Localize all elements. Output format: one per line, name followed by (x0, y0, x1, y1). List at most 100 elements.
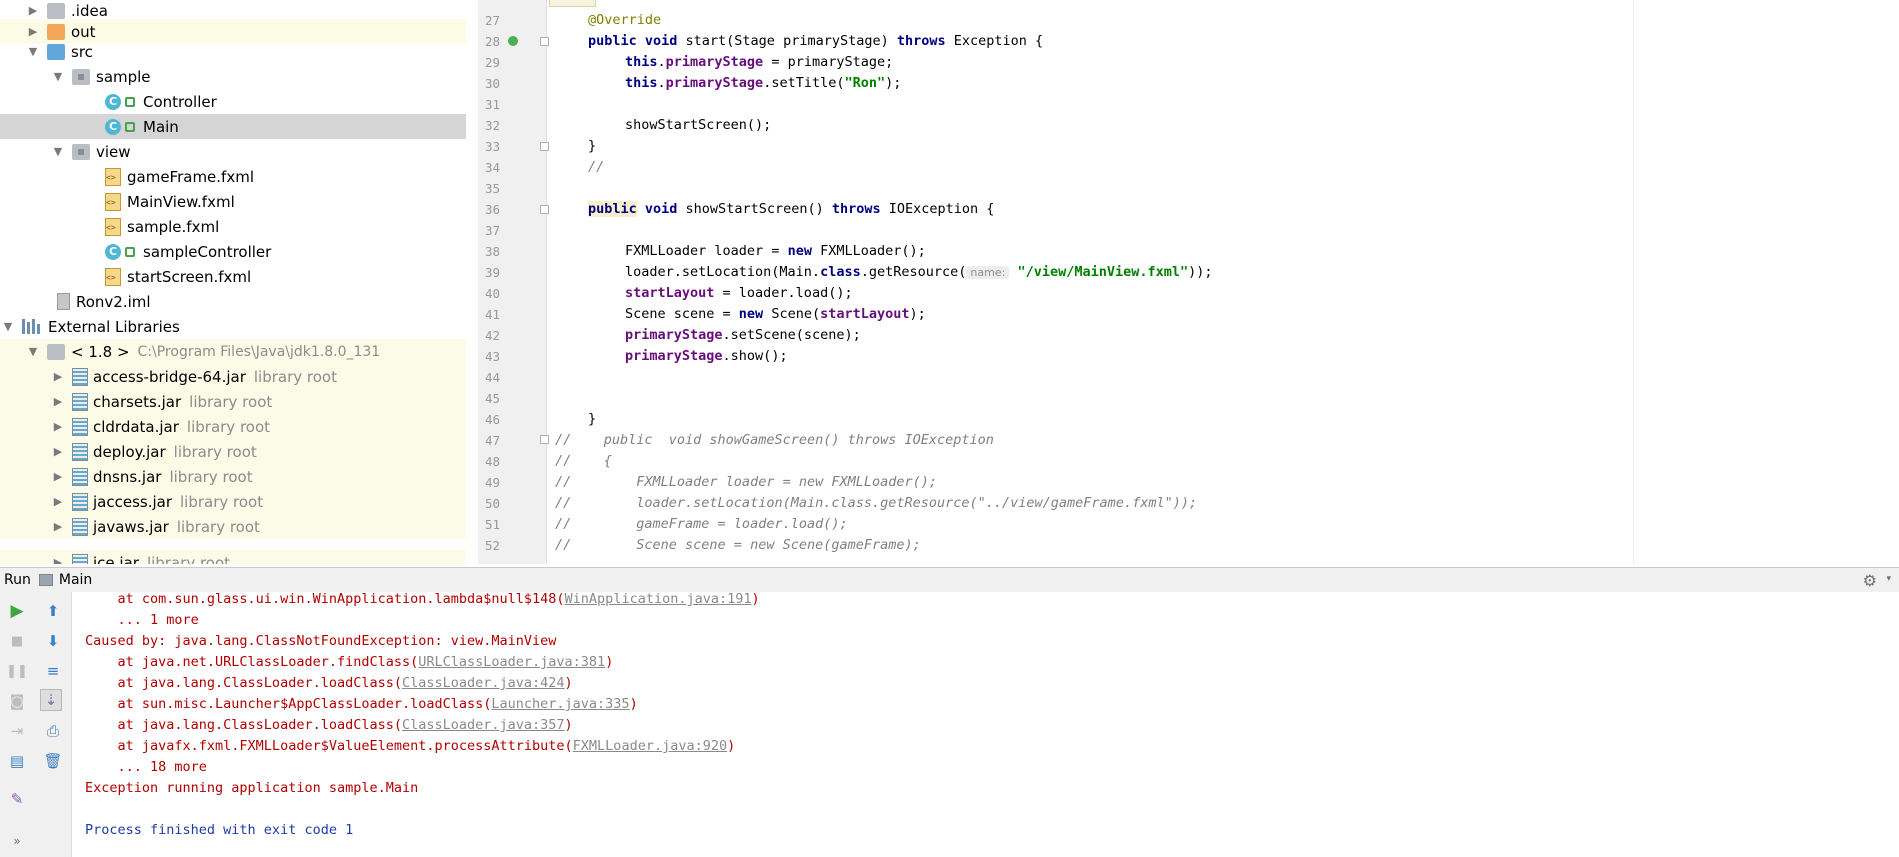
expand-arrow-icon[interactable]: ▶ (52, 420, 64, 433)
tree-item-label: sample (96, 67, 151, 86)
expand-arrow-icon[interactable]: ▶ (52, 370, 64, 383)
tree-item-mainview-fxml[interactable]: MainView.fxml (0, 189, 466, 214)
tree-item-jar[interactable]: ▶ access-bridge-64.jar library root (0, 364, 466, 389)
code-line: 27 @Override (478, 10, 1899, 31)
run-panel-header: Run Main ⚙ ▾ (0, 567, 1899, 593)
line-number: 37 (484, 223, 500, 238)
jar-icon (72, 417, 88, 436)
console-line: at java.net.URLClassLoader.findClass(URL… (85, 654, 614, 670)
gear-icon[interactable]: ⚙ (1863, 571, 1877, 590)
exit-icon[interactable]: ⇥ (6, 720, 28, 742)
tree-item-sample-fxml[interactable]: sample.fxml (0, 214, 466, 239)
more-icon[interactable]: » (6, 830, 28, 852)
pause-icon[interactable]: ❚❚ (6, 660, 28, 682)
tree-item-label: javaws.jar (93, 517, 169, 536)
tree-item-jar[interactable]: ▶ jce.jar library root (0, 550, 466, 564)
run-icon[interactable]: ▶ (6, 600, 28, 622)
tree-item-jar[interactable]: ▶ charsets.jar library root (0, 389, 466, 414)
tree-item-label: Ronv2.iml (76, 292, 151, 311)
code-text: // Scene scene = new Scene(gameFrame); (555, 537, 921, 553)
expand-arrow-icon[interactable]: ▶ (27, 4, 39, 17)
stack-trace-link[interactable]: ClassLoader.java:357 (402, 717, 565, 733)
line-number: 50 (484, 496, 500, 511)
stack-trace-link[interactable]: Launcher.java:335 (491, 696, 629, 712)
code-line: 38 FXMLLoader loader = new FXMLLoader(); (478, 241, 1899, 262)
lock-icon (125, 96, 135, 107)
code-line: 52 // Scene scene = new Scene(gameFrame); (478, 535, 1899, 556)
collapse-arrow-icon[interactable]: ▼ (2, 320, 14, 333)
tree-item-startscreen-fxml[interactable]: startScreen.fxml (0, 264, 466, 289)
console-output[interactable]: at com.sun.glass.ui.win.WinApplication.l… (72, 592, 1899, 857)
print-icon[interactable]: ⎙ (42, 720, 64, 742)
tree-item-view[interactable]: ▼ view (0, 139, 466, 164)
iml-file-icon (57, 293, 70, 310)
camera-icon[interactable]: ◙ (6, 690, 28, 712)
code-editor[interactable]: 27 @Override 28 public void start(Stage pr… (478, 0, 1899, 564)
tree-item-jar[interactable]: ▶ dnsns.jar library root (0, 464, 466, 489)
tree-item-controller[interactable]: C Controller (0, 89, 466, 114)
run-config-tab[interactable]: Main (38, 572, 92, 588)
line-number: 33 (484, 139, 500, 154)
stack-trace-link[interactable]: ClassLoader.java:424 (402, 675, 565, 691)
down-arrow-icon[interactable]: ⬇ (42, 630, 64, 652)
project-tree-panel: ▶. idea ▶ out ▼ src ▼ sample C Controller C Ma… (0, 0, 466, 564)
tree-item-label: Controller (143, 92, 217, 111)
jar-icon (72, 517, 88, 536)
tree-item-jar[interactable]: ▶ jaccess.jar library root (0, 489, 466, 514)
tree-item-label: sampleController (143, 242, 272, 261)
tree-item-label: cldrdata.jar (93, 417, 179, 436)
code-line: 41 Scene scene = new Scene(startLayout); (478, 304, 1899, 325)
tree-item-jdk[interactable]: ▼ < 1.8 > C:\Program Files\Java\jdk1.8.0_1… (0, 339, 466, 364)
line-number: 31 (484, 97, 500, 112)
stack-trace-link[interactable]: URLClassLoader.java:381 (418, 654, 605, 670)
collapse-arrow-icon[interactable]: ▼ (52, 70, 64, 83)
expand-arrow-icon[interactable]: ▶ (52, 445, 64, 458)
tree-item-ronv2-iml[interactable]: Ronv2.iml (0, 289, 466, 314)
tree-item-jar[interactable]: ▶ javaws.jar library root (0, 514, 466, 539)
layout-icon[interactable]: ▤ (6, 750, 28, 772)
stack-trace-link[interactable]: FXMLLoader.java:920 (573, 738, 727, 754)
code-text: } (588, 411, 597, 427)
tree-item-samplecontroller[interactable]: CsampleController (0, 239, 466, 264)
class-icon: C (105, 118, 121, 135)
up-arrow-icon[interactable]: ⬆ (42, 600, 64, 622)
tree-item-main[interactable]: C Main (0, 114, 466, 139)
scroll-to-end-icon[interactable]: ⇣ (40, 689, 62, 711)
soft-wrap-icon[interactable]: ≡ (42, 660, 64, 682)
tree-item-external-libraries[interactable]: ▼ External Libraries (0, 314, 466, 339)
collapse-arrow-icon[interactable]: ▼ (27, 345, 39, 358)
tree-item-label: jce.jar (93, 553, 139, 565)
collapse-arrow-icon[interactable]: ▼ (52, 145, 64, 158)
expand-arrow-icon[interactable]: ▶ (52, 470, 64, 483)
collapse-arrow-icon[interactable]: ▼ (27, 45, 39, 58)
expand-arrow-icon[interactable]: ▶ (52, 395, 64, 408)
expand-arrow-icon[interactable]: ▶ (52, 520, 64, 533)
code-line: 36 public void showStartScreen() throws I… (478, 199, 1899, 220)
tree-item-src[interactable]: ▼ src (0, 39, 466, 64)
tree-item-jar[interactable]: ▶ cldrdata.jar library root (0, 414, 466, 439)
tree-item-jar[interactable]: ▶ deploy.jar library root (0, 439, 466, 464)
expand-arrow-icon[interactable]: ▶ (27, 25, 39, 38)
line-number: 27 (484, 13, 500, 28)
tree-item-sample[interactable]: ▼ sample (0, 64, 466, 89)
expand-arrow-icon[interactable]: ▶ (52, 556, 64, 564)
code-line: 51 // gameFrame = loader.load(); (478, 514, 1899, 535)
tree-item-label: charsets.jar (93, 392, 182, 411)
tree-item-detail: library root (169, 467, 253, 486)
tree-item-label: External Libraries (48, 317, 180, 336)
trash-icon[interactable]: 🗑 (42, 750, 64, 772)
editor-tab-stub[interactable] (549, 0, 596, 7)
tree-item-label: sample.fxml (127, 217, 220, 236)
line-number: 52 (484, 538, 500, 553)
expand-arrow-icon[interactable]: ▶ (52, 495, 64, 508)
hide-icon[interactable]: ▾ (1886, 574, 1891, 584)
stack-trace-link[interactable]: WinApplication.java:191 (565, 592, 752, 607)
line-number: 30 (484, 76, 500, 91)
pin-icon[interactable]: ✎ (6, 788, 28, 810)
line-number: 28 (484, 34, 500, 49)
line-number: 46 (484, 412, 500, 427)
tree-item-gameframe-fxml[interactable]: gameFrame.fxml (0, 164, 466, 189)
stop-icon[interactable]: ■ (6, 630, 28, 652)
code-line: 31 (478, 94, 1899, 115)
line-number: 41 (484, 307, 500, 322)
